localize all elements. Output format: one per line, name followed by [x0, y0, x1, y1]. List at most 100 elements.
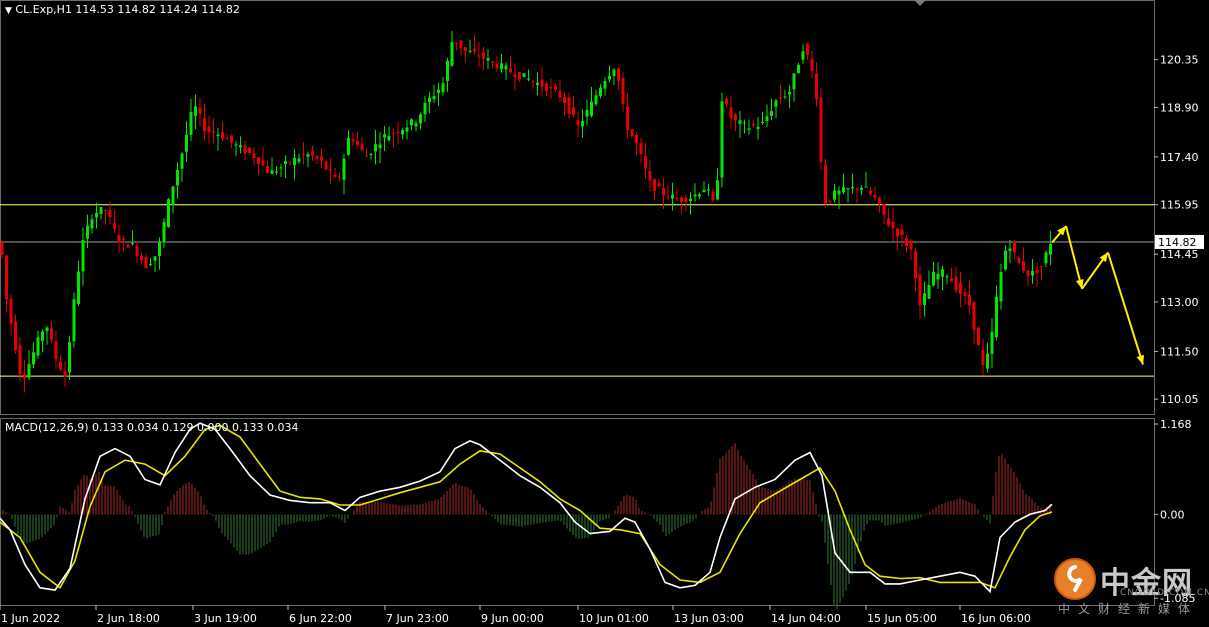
price-tick-label: 120.35: [1160, 54, 1199, 67]
candle-body: [0, 242, 4, 255]
candle-body: [599, 87, 602, 96]
macd-lines: [0, 422, 1053, 594]
candle-body: [500, 63, 503, 70]
candle-body: [203, 118, 206, 132]
candle-body: [383, 134, 386, 138]
candle-body: [252, 153, 256, 159]
candle-body: [41, 331, 44, 341]
time-tick-label: 13 Jun 03:00: [674, 612, 744, 625]
time-tick-label: 9 Jun 00:00: [481, 612, 544, 625]
candle-body: [923, 293, 926, 306]
candle-body: [725, 98, 728, 105]
candle-body: [347, 138, 350, 155]
candle-body: [198, 107, 202, 114]
candle-body: [378, 144, 382, 149]
price-axis: 120.35 118.90 117.40 115.95 114.45 113.00 111.…: [1154, 54, 1204, 406]
candle-body: [270, 170, 274, 174]
candle-body: [518, 72, 521, 80]
candle-body: [113, 223, 116, 229]
candle-body: [189, 111, 193, 135]
candle-body: [936, 273, 940, 280]
candle-body: [311, 150, 314, 156]
candle-body: [153, 256, 157, 261]
candle-body: [576, 120, 580, 126]
candle-body: [9, 298, 13, 324]
time-tick-label: 16 Jun 06:00: [961, 612, 1031, 625]
symbol-header: ▼ CL.Exp,H1 114.53 114.82 114.24 114.82: [5, 3, 240, 16]
price-tick-label: 111.50: [1160, 345, 1199, 358]
time-tick-label: 15 Jun 05:00: [867, 612, 937, 625]
candle-body: [900, 229, 904, 236]
dropdown-triangle-icon[interactable]: ▼: [5, 6, 12, 16]
candle-body: [815, 73, 818, 100]
candle-body: [104, 210, 107, 212]
candle-body: [486, 57, 490, 61]
candle-body: [540, 79, 544, 87]
watermark-tagline: 中文财经新媒体: [1058, 602, 1199, 616]
candle-body: [419, 114, 422, 124]
candle-body: [36, 337, 40, 356]
candle-body: [698, 194, 701, 197]
candle-body: [95, 212, 98, 218]
watermark-domain: CNGOLD.COM.CN: [1120, 588, 1209, 598]
candle-body: [797, 64, 800, 74]
candle-body: [50, 328, 53, 340]
candle-body: [117, 235, 121, 243]
candle-body: [765, 116, 769, 122]
candle-body: [639, 142, 643, 154]
candle-body: [860, 188, 863, 191]
candle-body: [495, 63, 499, 69]
candle-body: [531, 81, 535, 83]
candle-body: [464, 47, 467, 51]
candle-body: [990, 331, 994, 355]
candle-body: [833, 190, 836, 200]
candle-body: [549, 87, 553, 89]
candle-body: [441, 83, 445, 93]
candle-body: [684, 197, 688, 203]
candle-body: [608, 75, 611, 80]
candle-body: [18, 345, 22, 375]
candle-body: [783, 96, 787, 98]
candle-body: [680, 197, 683, 202]
candle-body: [842, 187, 845, 193]
candle-body: [756, 126, 760, 129]
candle-body: [810, 58, 814, 72]
macd-line: [0, 422, 1053, 594]
candle-body: [626, 106, 629, 131]
candle-body: [707, 189, 710, 191]
candle-body: [131, 243, 134, 245]
signal-line: [0, 424, 1053, 590]
candle-body: [855, 188, 859, 191]
candle-body: [194, 106, 197, 116]
macd-tick-label: 1.168: [1160, 418, 1192, 431]
candle-body: [338, 176, 341, 178]
candle-body: [851, 186, 854, 189]
candle-body: [77, 271, 80, 305]
candle-body: [536, 82, 539, 86]
candle-body: [617, 68, 620, 81]
time-tick-label: 10 Jun 01:00: [579, 612, 649, 625]
candle-body: [333, 174, 337, 177]
candle-body: [779, 97, 782, 99]
price-tick-label: 110.05: [1160, 393, 1199, 406]
scroll-marker-icon[interactable]: [914, 0, 926, 6]
candle-body: [239, 145, 242, 148]
candle-body: [266, 166, 269, 174]
candle-body: [648, 171, 652, 181]
candle-body: [45, 327, 49, 332]
candle-body: [621, 78, 625, 104]
candle-body: [432, 96, 436, 100]
candle-body: [1031, 270, 1034, 276]
candle-body: [999, 272, 1003, 302]
candle-body: [297, 158, 301, 162]
candle-body: [689, 198, 692, 202]
candle-body: [887, 218, 890, 226]
candle-body: [927, 284, 931, 299]
candle-body: [918, 274, 922, 306]
candle-body: [513, 74, 517, 78]
candle-body: [288, 162, 292, 164]
forecast-arrow-3: [1107, 252, 1144, 365]
candle-body: [693, 194, 697, 197]
candle-body: [176, 169, 179, 186]
candle-body: [1022, 261, 1025, 271]
